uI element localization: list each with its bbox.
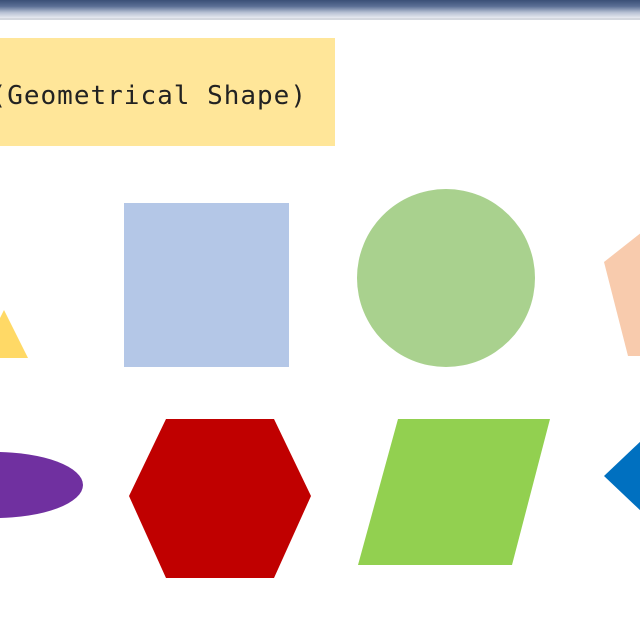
diamond-shape[interactable] [604,440,640,512]
slide-canvas: n (Geometrical Shape) [0,0,640,640]
pentagon-shape[interactable] [604,232,640,356]
hexagon-shape[interactable] [129,419,311,578]
parallelogram-shape[interactable] [358,419,550,565]
oval-shape[interactable] [0,452,83,518]
circle-shape[interactable] [357,189,535,367]
triangle-shape[interactable] [0,310,28,358]
square-shape[interactable] [124,203,289,367]
shapes-canvas [0,189,640,578]
